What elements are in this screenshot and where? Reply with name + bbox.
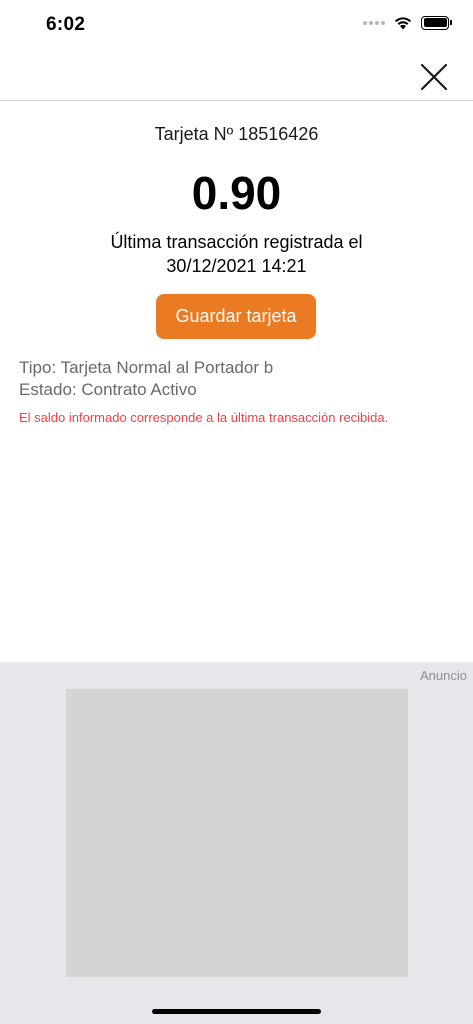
wifi-icon <box>395 17 411 30</box>
battery-icon <box>421 15 452 30</box>
signal-dots-icon <box>363 20 385 25</box>
last-transaction-info: Última transacción registrada el 30/12/2… <box>60 230 413 278</box>
balance-warning: El saldo informado corresponde a la últi… <box>19 410 389 425</box>
status-icons <box>363 15 452 30</box>
last-transaction-title: Última transacción registrada el <box>110 232 363 252</box>
nav-bar <box>0 50 473 101</box>
home-indicator[interactable] <box>152 1009 321 1014</box>
card-status: Estado: Contrato Activo <box>19 380 197 399</box>
ad-label: Anuncio <box>420 668 467 683</box>
status-time: 6:02 <box>46 14 86 35</box>
last-transaction-date: 30/12/2021 14:21 <box>166 256 307 276</box>
status-bar: 6:02 <box>0 0 473 50</box>
save-card-button[interactable]: Guardar tarjeta <box>156 294 316 339</box>
ad-banner[interactable] <box>66 689 408 977</box>
card-number-label: Tarjeta Nº 18516426 <box>154 124 319 144</box>
card-balance: 0.90 <box>191 167 282 219</box>
close-icon[interactable] <box>419 62 449 92</box>
card-type: Tipo: Tarjeta Normal al Portador b <box>19 358 274 377</box>
ad-area: Anuncio <box>0 662 473 1024</box>
